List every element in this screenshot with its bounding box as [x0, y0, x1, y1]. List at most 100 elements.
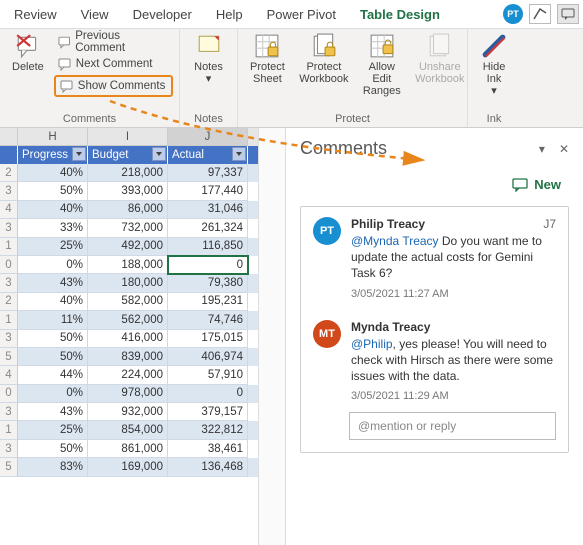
tab-developer[interactable]: Developer — [123, 3, 202, 26]
tab-tabledesign[interactable]: Table Design — [350, 3, 450, 26]
table-row[interactable]: 1 25% 492,000 116,850 — [0, 238, 258, 256]
mention[interactable]: @Philip — [351, 337, 393, 351]
table-header-actual[interactable]: Actual — [168, 146, 248, 164]
cell-progress[interactable]: 43% — [18, 403, 88, 421]
hide-ink-button[interactable]: Hide Ink▾ — [474, 31, 514, 99]
col-header-h[interactable]: H — [18, 128, 88, 146]
table-header-progress[interactable]: Progress — [18, 146, 88, 164]
new-comment-button[interactable]: New — [504, 173, 569, 196]
cell-budget[interactable]: 224,000 — [88, 366, 168, 384]
cell-progress[interactable]: 11% — [18, 311, 88, 329]
delete-comment-button[interactable]: Delete — [6, 31, 50, 75]
pane-close-icon[interactable]: ✕ — [559, 142, 569, 156]
table-row[interactable]: 5 83% 169,000 136,468 — [0, 458, 258, 476]
cell-budget[interactable]: 169,000 — [88, 458, 168, 476]
table-row[interactable]: 3 33% 732,000 261,324 — [0, 219, 258, 237]
table-row[interactable]: 3 43% 932,000 379,157 — [0, 403, 258, 421]
cell-progress[interactable]: 83% — [18, 458, 88, 476]
cell-budget[interactable]: 562,000 — [88, 311, 168, 329]
pane-menu-icon[interactable]: ▾ — [539, 142, 545, 156]
col-header-j[interactable]: J — [168, 128, 248, 146]
cell-actual[interactable]: 57,910 — [168, 366, 248, 384]
tab-help[interactable]: Help — [206, 3, 253, 26]
cell-actual[interactable]: 261,324 — [168, 219, 248, 237]
cell-budget[interactable]: 582,000 — [88, 293, 168, 311]
table-row[interactable]: 1 11% 562,000 74,746 — [0, 311, 258, 329]
cell-budget[interactable]: 732,000 — [88, 219, 168, 237]
filter-icon[interactable] — [72, 147, 86, 161]
cell-actual[interactable]: 136,468 — [168, 458, 248, 476]
cell-actual[interactable]: 406,974 — [168, 348, 248, 366]
cell-progress[interactable]: 43% — [18, 274, 88, 292]
cell-progress[interactable]: 44% — [18, 366, 88, 384]
table-row[interactable]: 0 0% 978,000 0 — [0, 385, 258, 403]
cell-progress[interactable]: 40% — [18, 201, 88, 219]
table-row[interactable]: 5 50% 839,000 406,974 — [0, 348, 258, 366]
corner-cell[interactable] — [0, 128, 18, 146]
cell-actual[interactable]: 38,461 — [168, 440, 248, 458]
cell-progress[interactable]: 50% — [18, 440, 88, 458]
cell-progress[interactable]: 40% — [18, 293, 88, 311]
cell-budget[interactable]: 839,000 — [88, 348, 168, 366]
cell-progress[interactable]: 40% — [18, 164, 88, 182]
protect-workbook-button[interactable]: Protect Workbook — [295, 31, 353, 87]
table-row[interactable]: 4 44% 224,000 57,910 — [0, 366, 258, 384]
table-row[interactable]: 3 50% 861,000 38,461 — [0, 440, 258, 458]
mention[interactable]: @Mynda Treacy — [351, 234, 439, 248]
tab-review[interactable]: Review — [4, 3, 67, 26]
cell-progress[interactable]: 50% — [18, 182, 88, 200]
cell-actual[interactable]: 177,440 — [168, 182, 248, 200]
cell-actual[interactable]: 74,746 — [168, 311, 248, 329]
table-row[interactable]: 4 40% 86,000 31,046 — [0, 201, 258, 219]
cell-progress[interactable]: 25% — [18, 421, 88, 439]
reply-input[interactable]: @mention or reply — [349, 412, 556, 440]
cell-actual[interactable]: 116,850 — [168, 238, 248, 256]
cell-actual[interactable]: 379,157 — [168, 403, 248, 421]
table-row[interactable]: 3 50% 393,000 177,440 — [0, 182, 258, 200]
cell-budget[interactable]: 180,000 — [88, 274, 168, 292]
table-row[interactable]: 2 40% 218,000 97,337 — [0, 164, 258, 182]
share-button[interactable] — [529, 4, 551, 24]
tab-powerpivot[interactable]: Power Pivot — [257, 3, 346, 26]
cell-budget[interactable]: 393,000 — [88, 182, 168, 200]
cell-progress[interactable]: 50% — [18, 330, 88, 348]
table-row[interactable]: 3 43% 180,000 79,380 — [0, 274, 258, 292]
allow-edit-ranges-button[interactable]: Allow Edit Ranges — [357, 31, 407, 99]
cell-budget[interactable]: 492,000 — [88, 238, 168, 256]
cell-actual[interactable]: 175,015 — [168, 330, 248, 348]
cell-actual[interactable]: 0 — [168, 385, 248, 403]
cell-budget[interactable]: 861,000 — [88, 440, 168, 458]
comments-toggle-button[interactable] — [557, 4, 579, 24]
tab-view[interactable]: View — [71, 3, 119, 26]
cell-actual[interactable]: 0 — [168, 256, 248, 274]
cell-progress[interactable]: 33% — [18, 219, 88, 237]
show-comments-button[interactable]: Show Comments — [54, 75, 173, 97]
cell-actual[interactable]: 195,231 — [168, 293, 248, 311]
table-row[interactable]: 2 40% 582,000 195,231 — [0, 293, 258, 311]
cell-budget[interactable]: 188,000 — [88, 256, 168, 274]
notes-button[interactable]: Notes▾ — [186, 31, 231, 87]
cell-actual[interactable]: 97,337 — [168, 164, 248, 182]
table-row[interactable]: 3 50% 416,000 175,015 — [0, 330, 258, 348]
spreadsheet-grid[interactable]: H I J Progress Budget Actual 2 40% 218,0… — [0, 128, 258, 545]
user-avatar[interactable]: PT — [503, 4, 523, 24]
cell-actual[interactable]: 31,046 — [168, 201, 248, 219]
previous-comment-button[interactable]: Previous Comment — [54, 31, 173, 53]
cell-budget[interactable]: 86,000 — [88, 201, 168, 219]
cell-budget[interactable]: 978,000 — [88, 385, 168, 403]
cell-budget[interactable]: 932,000 — [88, 403, 168, 421]
cell-progress[interactable]: 0% — [18, 385, 88, 403]
table-header-budget[interactable]: Budget — [88, 146, 168, 164]
next-comment-button[interactable]: Next Comment — [54, 53, 173, 75]
cell-budget[interactable]: 218,000 — [88, 164, 168, 182]
col-header-i[interactable]: I — [88, 128, 168, 146]
table-row[interactable]: 0 0% 188,000 0 — [0, 256, 258, 274]
filter-icon[interactable] — [232, 147, 246, 161]
cell-progress[interactable]: 25% — [18, 238, 88, 256]
table-row[interactable]: 1 25% 854,000 322,812 — [0, 421, 258, 439]
cell-actual[interactable]: 79,380 — [168, 274, 248, 292]
filter-icon[interactable] — [152, 147, 166, 161]
cell-budget[interactable]: 854,000 — [88, 421, 168, 439]
cell-progress[interactable]: 50% — [18, 348, 88, 366]
cell-actual[interactable]: 322,812 — [168, 421, 248, 439]
